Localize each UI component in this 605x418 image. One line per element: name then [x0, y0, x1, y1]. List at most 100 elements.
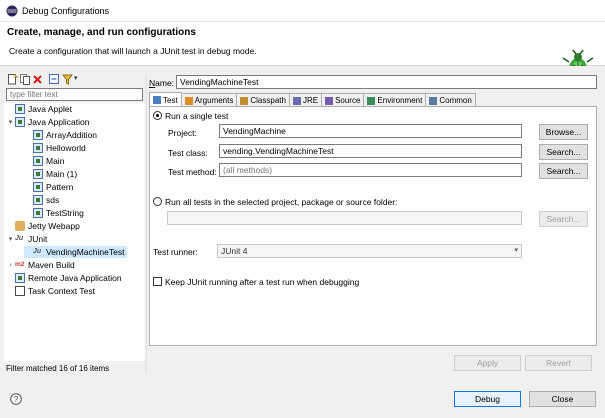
container-field — [167, 211, 522, 225]
filter-input[interactable] — [6, 88, 143, 101]
tree-item-label: Java Applet — [28, 104, 72, 114]
tree-item[interactable]: Helloworld — [24, 142, 86, 154]
banner-subtitle: Create a configuration that will launch … — [9, 46, 257, 56]
tree-item[interactable]: Pattern — [24, 181, 73, 193]
title-bar: Debug Configurations — [0, 0, 605, 22]
java-application-icon — [33, 169, 43, 179]
pane-splitter[interactable] — [145, 74, 147, 374]
project-field[interactable] — [219, 124, 522, 138]
svg-text:?: ? — [14, 395, 19, 404]
java-application-icon — [33, 130, 43, 140]
tree-item[interactable]: Task Context Test — [6, 285, 95, 297]
task-context-icon — [15, 286, 25, 296]
tree-item[interactable]: ▾ Ju JUnit — [6, 233, 48, 245]
tree-item[interactable]: › m2 Maven Build — [6, 259, 75, 271]
test-method-field[interactable] — [219, 163, 522, 177]
tree-item[interactable]: Ju VendingMachineTest — [24, 246, 128, 258]
java-application-icon — [33, 195, 43, 205]
tree-item[interactable]: Java Applet — [6, 103, 72, 115]
tree-item[interactable]: Jetty Webapp — [6, 220, 80, 232]
tree-expander-icon[interactable]: ▾ — [6, 235, 15, 243]
tree-item-label: VendingMachineTest — [46, 247, 125, 257]
run-all-radio[interactable] — [153, 197, 162, 206]
tree-item-label: Remote Java Application — [28, 273, 122, 283]
keep-alive-label: Keep JUnit running after a test run when… — [165, 277, 360, 287]
window-title: Debug Configurations — [22, 6, 110, 16]
tree-item[interactable]: sds — [24, 194, 59, 206]
tree-item[interactable]: ArrayAddition — [24, 129, 97, 141]
view-menu-chevron-icon[interactable]: ▾ — [74, 74, 78, 82]
jetty-icon — [15, 221, 25, 231]
help-icon[interactable]: ? — [10, 393, 22, 405]
search-container-button: Search... — [539, 211, 588, 227]
test-runner-label: Test runner: — [153, 247, 198, 257]
apply-button: Apply — [454, 355, 521, 371]
collapse-all-icon[interactable] — [49, 74, 60, 85]
tab-environment[interactable]: Environment — [363, 93, 427, 106]
tab-common[interactable]: Common — [425, 93, 476, 106]
tab-arguments[interactable]: Arguments — [180, 93, 238, 106]
eclipse-icon — [6, 5, 18, 17]
tab-jre[interactable]: JRE — [288, 93, 323, 106]
junit-test-icon — [153, 96, 161, 104]
run-single-radio[interactable] — [153, 111, 162, 120]
java-applet-icon — [15, 104, 25, 114]
tree-item-label: Main — [46, 156, 65, 166]
tree-item-label: Jetty Webapp — [28, 221, 80, 231]
tree-item-label: Task Context Test — [28, 286, 95, 296]
tree-item-label: JUnit — [28, 234, 48, 244]
remote-java-icon — [15, 273, 25, 283]
tab-test[interactable]: Test — [149, 92, 182, 106]
test-runner-select[interactable]: JUnit 4 ▾ — [217, 244, 522, 258]
tab-source[interactable]: Source — [321, 93, 365, 106]
search-method-button[interactable]: Search... — [539, 163, 588, 179]
classpath-icon — [240, 96, 249, 105]
test-class-label: Test class: — [168, 148, 208, 158]
tree-item[interactable]: TestString — [24, 207, 84, 219]
delete-icon[interactable] — [32, 74, 43, 85]
debug-button[interactable]: Debug — [454, 391, 521, 407]
run-all-label: Run all tests in the selected project, p… — [165, 197, 398, 207]
source-icon — [325, 96, 334, 105]
java-application-icon — [33, 156, 43, 166]
tab-label: Source — [335, 96, 361, 105]
tree-item[interactable]: ▾ Java Application — [6, 116, 89, 128]
java-application-icon — [33, 143, 43, 153]
tree-item-label: Maven Build — [28, 260, 75, 270]
keep-alive-checkbox[interactable] — [153, 277, 162, 286]
duplicate-icon[interactable] — [20, 74, 31, 85]
tree-item[interactable]: Remote Java Application — [6, 272, 122, 284]
junit-icon: Ju — [33, 248, 42, 255]
maven-icon: m2 — [15, 261, 25, 268]
jre-icon — [292, 96, 301, 105]
arguments-icon — [184, 96, 193, 105]
tree-item-label: Main (1) — [46, 169, 78, 179]
tab-label: Arguments — [194, 96, 234, 105]
test-tab-panel: Run a single test Project: Browse... Tes… — [149, 106, 597, 346]
chevron-down-icon: ▾ — [514, 247, 518, 254]
junit-icon: Ju — [15, 235, 24, 242]
tree-item[interactable]: Main (1) — [24, 168, 77, 180]
config-tabs: Test Arguments Classpath JRE Source Environme… — [149, 92, 476, 106]
tree-item-label: sds — [46, 195, 60, 205]
configuration-tree[interactable]: Java Applet ▾ Java Application ArrayAdditio… — [4, 103, 145, 361]
run-single-label: Run a single test — [165, 111, 229, 121]
tree-item-label: Java Application — [28, 117, 90, 127]
name-field[interactable] — [176, 75, 597, 89]
common-icon — [429, 96, 438, 105]
dialog-banner: Create, manage, and run configurations C… — [0, 22, 605, 81]
filter-icon[interactable] — [62, 74, 73, 85]
tree-item[interactable]: Main — [24, 155, 64, 167]
browse-button[interactable]: Browse... — [539, 124, 588, 140]
close-button[interactable]: Close — [529, 391, 596, 407]
tab-label: Test — [163, 95, 178, 105]
tab-classpath[interactable]: Classpath — [236, 93, 290, 106]
new-configuration-icon[interactable] — [7, 74, 18, 85]
search-class-button[interactable]: Search... — [539, 144, 588, 160]
tab-label: Environment — [377, 96, 423, 105]
tree-expander-icon[interactable]: ▾ — [6, 118, 15, 126]
filter-status: Filter matched 16 of 16 items — [6, 364, 110, 373]
tree-expander-icon[interactable]: › — [6, 262, 15, 269]
test-class-field[interactable] — [219, 144, 522, 158]
test-method-label: Test method: — [168, 167, 217, 177]
